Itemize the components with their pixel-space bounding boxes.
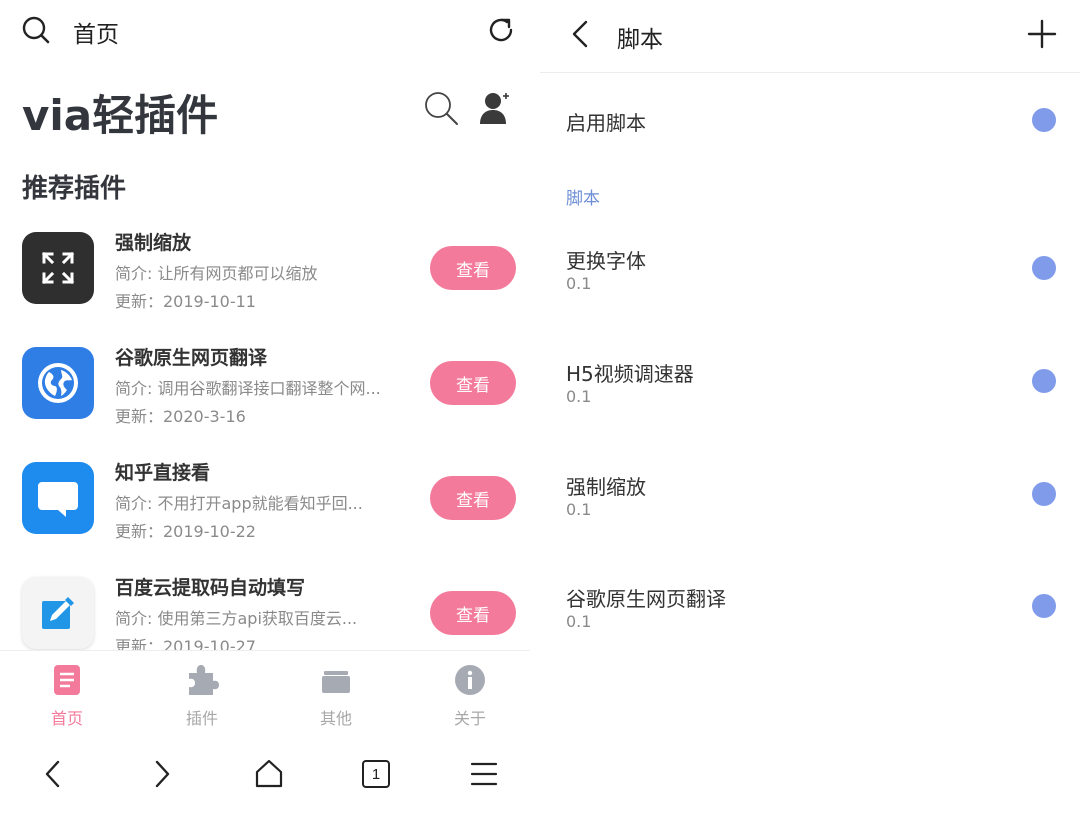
browser-nav-bar: 1 xyxy=(0,732,530,814)
address-title[interactable]: 首页 xyxy=(73,15,119,49)
script-toggle[interactable] xyxy=(1032,594,1056,618)
app-brand-title: via轻插件 xyxy=(22,91,219,140)
reload-icon[interactable] xyxy=(486,15,516,45)
page-title: 脚本 xyxy=(617,27,663,53)
plugin-card[interactable]: 百度云提取码自动填写 简介: 使用第三方api获取百度云... 更新：2019-… xyxy=(0,565,530,650)
edit-icon xyxy=(22,577,94,649)
plugin-name: 强制缩放 xyxy=(115,232,192,254)
home-icon[interactable] xyxy=(249,754,289,794)
plugin-search-icon[interactable] xyxy=(423,90,459,126)
plugin-update-date: 更新：2020-3-16 xyxy=(115,407,246,426)
browser-address-bar: 首页 xyxy=(0,0,530,62)
view-button[interactable]: 查看 xyxy=(430,591,516,635)
plugin-name: 谷歌原生网页翻译 xyxy=(115,347,268,369)
recommended-plugins-heading: 推荐插件 xyxy=(22,174,127,204)
tab-plugins[interactable]: 插件 xyxy=(157,663,247,729)
home-doc-icon xyxy=(54,665,80,695)
script-name: H5视频调速器 xyxy=(566,362,694,386)
tab-label: 关于 xyxy=(453,709,486,728)
script-name: 强制缩放 xyxy=(566,475,646,499)
script-toggle[interactable] xyxy=(1032,482,1056,506)
tab-count: 1 xyxy=(362,760,390,788)
view-button[interactable]: 查看 xyxy=(430,246,516,290)
add-icon[interactable] xyxy=(1026,18,1058,50)
plugin-card[interactable]: 强制缩放 简介: 让所有网页都可以缩放 更新：2019-10-11 查看 xyxy=(0,220,530,320)
plugin-description: 简介: 调用谷歌翻译接口翻译整个网... xyxy=(115,379,381,398)
plugin-store-panel: 首页 via轻插件 推荐插件 强制缩放 简介: 让所有网页都可以缩放 更新：20… xyxy=(0,0,530,814)
scripts-group-label: 脚本 xyxy=(566,189,600,209)
script-settings-panel: 脚本 启用脚本 脚本 更换字体 0.1 H5视频调速器 0.1 强制缩放 0.1… xyxy=(540,0,1080,814)
tab-label: 插件 xyxy=(185,709,218,728)
plugin-description: 简介: 让所有网页都可以缩放 xyxy=(115,264,318,283)
plugin-update-date: 更新：2019-10-11 xyxy=(115,292,256,311)
script-version: 0.1 xyxy=(566,612,592,631)
tabs-button[interactable]: 1 xyxy=(356,754,396,794)
script-header: 脚本 xyxy=(540,0,1080,73)
plugin-update-date: 更新：2019-10-22 xyxy=(115,522,256,541)
script-name: 更换字体 xyxy=(566,249,646,273)
script-name: 谷歌原生网页翻译 xyxy=(566,587,726,611)
plugin-list: 强制缩放 简介: 让所有网页都可以缩放 更新：2019-10-11 查看 谷歌原… xyxy=(0,220,530,650)
script-toggle[interactable] xyxy=(1032,256,1056,280)
info-icon xyxy=(455,665,485,695)
enable-scripts-label: 启用脚本 xyxy=(566,111,646,135)
plugin-name: 百度云提取码自动填写 xyxy=(115,577,306,599)
enable-scripts-toggle[interactable] xyxy=(1032,108,1056,132)
back-arrow-icon[interactable] xyxy=(568,18,592,50)
tab-label: 其他 xyxy=(319,709,352,728)
tab-home[interactable]: 首页 xyxy=(22,663,112,729)
script-version: 0.1 xyxy=(566,387,592,406)
script-version: 0.1 xyxy=(566,274,592,293)
plugin-description: 简介: 使用第三方api获取百度云... xyxy=(115,609,358,628)
bottom-tab-bar: 首页 插件 其他 关于 xyxy=(0,650,530,733)
tab-label: 首页 xyxy=(50,709,83,728)
script-toggle[interactable] xyxy=(1032,369,1056,393)
plugin-card[interactable]: 知乎直接看 简介: 不用打开app就能看知乎回... 更新：2019-10-22… xyxy=(0,450,530,550)
menu-icon[interactable] xyxy=(464,754,504,794)
back-icon[interactable] xyxy=(34,754,74,794)
chat-bubble-icon xyxy=(22,462,94,534)
forward-icon[interactable] xyxy=(141,754,181,794)
plugin-card[interactable]: 谷歌原生网页翻译 简介: 调用谷歌翻译接口翻译整个网... 更新：2020-3-… xyxy=(0,335,530,435)
view-button[interactable]: 查看 xyxy=(430,476,516,520)
expand-icon xyxy=(22,232,94,304)
search-icon[interactable] xyxy=(22,16,50,44)
plugin-description: 简介: 不用打开app就能看知乎回... xyxy=(115,494,363,513)
tab-about[interactable]: 关于 xyxy=(425,663,515,729)
globe-icon xyxy=(22,347,94,419)
tab-other[interactable]: 其他 xyxy=(291,663,381,729)
script-version: 0.1 xyxy=(566,500,592,519)
view-button[interactable]: 查看 xyxy=(430,361,516,405)
puzzle-icon xyxy=(189,665,219,695)
user-account-icon[interactable] xyxy=(478,90,512,126)
plugin-update-date: 更新：2019-10-27 xyxy=(115,637,256,650)
plugin-name: 知乎直接看 xyxy=(115,462,211,484)
folder-icon xyxy=(322,671,350,693)
